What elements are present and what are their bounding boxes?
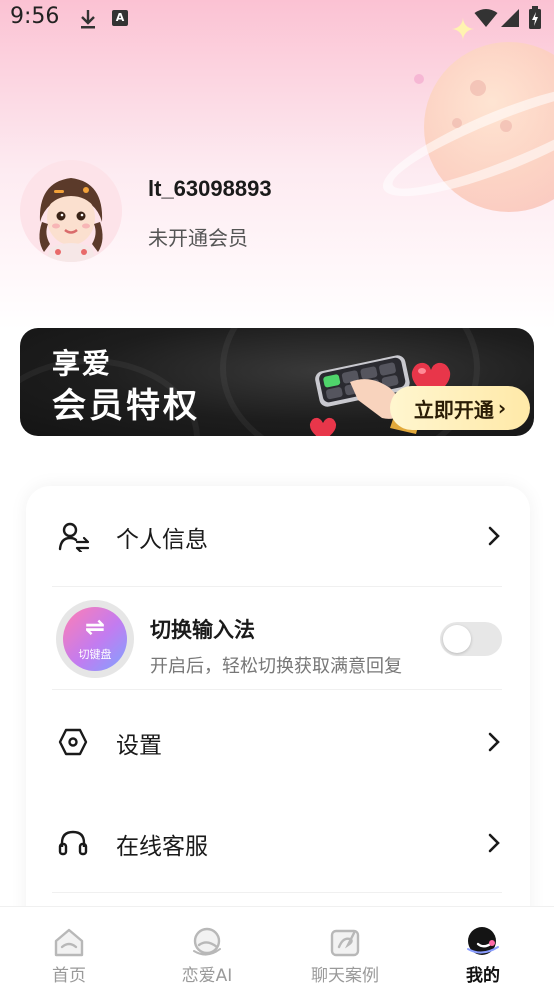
tab-home-label: 首页	[52, 966, 86, 984]
planet-crater	[470, 80, 486, 96]
chevron-right-icon	[488, 833, 500, 857]
vip-banner[interactable]: 享爱 会员特权 立即开通 ›	[20, 328, 534, 436]
status-time: 9:56	[10, 4, 60, 29]
tab-mine-label: 我的	[466, 966, 500, 984]
home-icon	[52, 925, 86, 959]
ime-switch-title: 切换输入法	[150, 618, 255, 642]
ime-switch-toggle[interactable]	[440, 622, 502, 656]
personal-info-row[interactable]: 个人信息	[26, 486, 530, 586]
divider	[52, 892, 502, 893]
mine-icon	[466, 925, 500, 959]
settings-row[interactable]: 设置	[26, 690, 530, 790]
planet-crater	[500, 120, 512, 132]
ime-switch-row: ⇌ 切键盘 切换输入法 开启后，轻松切换获取满意回复	[26, 588, 530, 688]
a-icon: A	[112, 10, 128, 26]
wifi-icon	[474, 8, 498, 32]
tab-mine[interactable]: 我的	[414, 907, 552, 984]
battery-icon	[528, 6, 542, 34]
open-membership-label: 立即开通	[413, 397, 494, 422]
avatar[interactable]	[20, 160, 122, 262]
mine-screen: ✦ 9:56 A lt_63098893 未开通会员 享爱 会员特权 立即开通 …	[0, 0, 554, 984]
signal-icon	[500, 8, 520, 32]
divider	[52, 586, 502, 587]
open-membership-button[interactable]: 立即开通 ›	[390, 386, 530, 430]
banner-line1: 享爱	[52, 347, 113, 380]
tab-chat-cases[interactable]: 聊天案例	[276, 907, 414, 984]
heart-icon	[308, 416, 338, 436]
personal-info-label: 个人信息	[116, 527, 208, 553]
hexagon-settings-icon	[58, 728, 88, 760]
switch-arrows-icon: ⇌	[84, 613, 106, 641]
ime-switch-subtitle: 开启后，轻松切换获取满意回复	[150, 656, 402, 677]
dot-decoration	[414, 74, 424, 84]
headset-icon	[58, 829, 88, 861]
tab-home[interactable]: 首页	[0, 907, 138, 984]
love-ai-icon	[190, 925, 224, 959]
status-bar: 9:56 A	[0, 0, 554, 38]
tab-bar: 首页 恋爱AI 聊天案例 我的	[0, 906, 554, 984]
badge-text: 切键盘	[78, 648, 112, 661]
online-service-label: 在线客服	[116, 834, 208, 860]
tab-chat-cases-label: 聊天案例	[311, 966, 379, 984]
username: lt_63098893	[148, 176, 272, 201]
planet-crater	[452, 118, 462, 128]
member-status: 未开通会员	[148, 226, 248, 250]
user-exchange-icon	[58, 522, 90, 556]
chat-case-icon	[328, 925, 362, 959]
tab-love-ai[interactable]: 恋爱AI	[138, 907, 276, 984]
online-service-row[interactable]: 在线客服	[26, 791, 530, 891]
chevron-right-icon: ›	[497, 396, 507, 420]
switch-keyboard-badge: ⇌ 切键盘	[56, 600, 134, 678]
banner-line2: 会员特权	[52, 386, 200, 426]
toggle-knob	[443, 625, 471, 653]
chevron-right-icon	[488, 526, 500, 550]
menu-card: 个人信息 ⇌ 切键盘 切换输入法 开启后，轻松切换获取满意回复 设置 在线客服	[26, 486, 530, 956]
chevron-right-icon	[488, 732, 500, 756]
settings-label: 设置	[116, 733, 162, 759]
download-icon	[78, 8, 98, 34]
tab-love-ai-label: 恋爱AI	[181, 966, 233, 984]
